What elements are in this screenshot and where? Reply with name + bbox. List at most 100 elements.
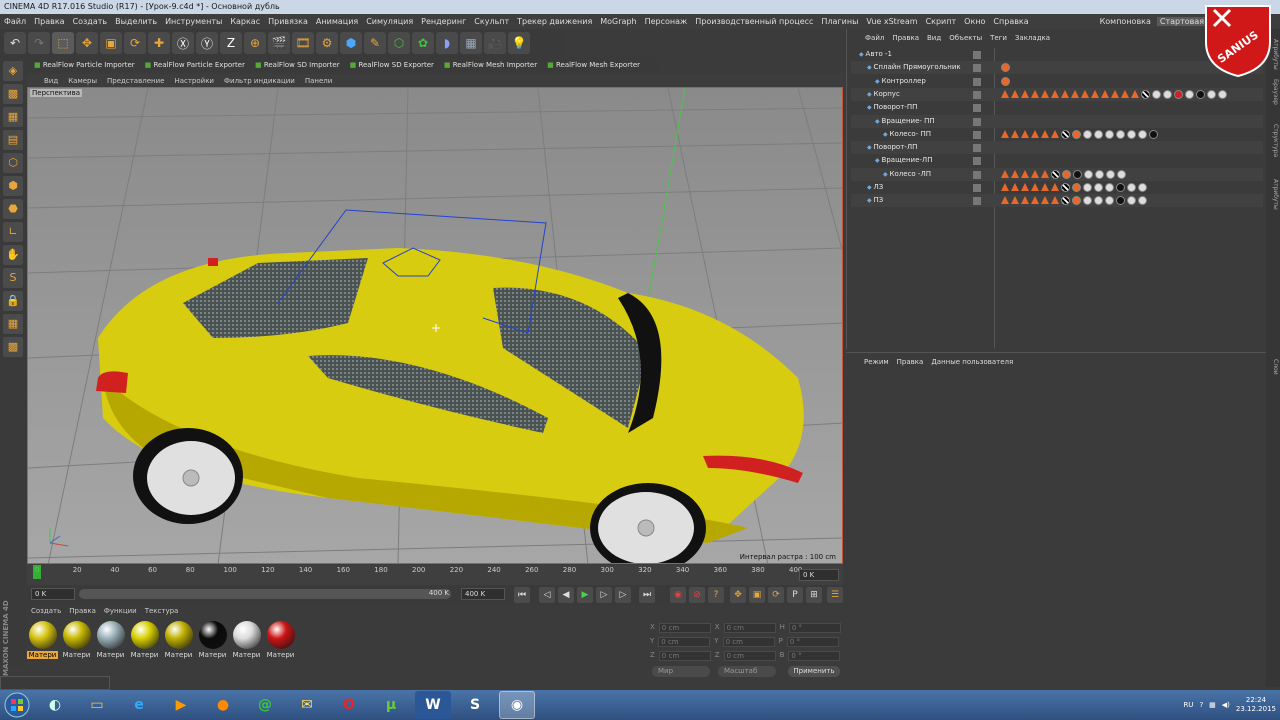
visibility-flag-icon[interactable] [973, 170, 981, 179]
material-tag-icon[interactable] [1116, 129, 1125, 139]
menu-item[interactable]: Трекер движения [517, 17, 592, 26]
frame-range-slider[interactable] [79, 589, 451, 599]
constraint-tag-icon[interactable] [1031, 196, 1039, 205]
coord-field[interactable]: 0 cm [722, 637, 775, 647]
side-tab[interactable]: Браузер [1267, 79, 1279, 105]
viewport-menu-item[interactable]: Вид [44, 77, 58, 85]
visibility-flag-icon[interactable] [973, 117, 981, 126]
visibility-flag-icon[interactable] [973, 197, 981, 206]
viewport-menu-item[interactable]: Камеры [68, 77, 97, 85]
explorer-icon[interactable]: ▭ [79, 691, 115, 719]
viewport-menu-item[interactable]: Панели [305, 77, 332, 85]
material-tag-icon[interactable] [1083, 183, 1092, 192]
select-tool-icon[interactable]: ⬚ [52, 32, 74, 54]
material-tag-icon[interactable] [1094, 129, 1103, 139]
object-menu-item[interactable]: Объекты [949, 34, 982, 42]
material-tag-icon[interactable] [1127, 183, 1136, 192]
material-swatch[interactable]: Матери [61, 621, 92, 663]
light-icon[interactable]: 💡 [508, 32, 530, 54]
material-menu-item[interactable]: Текстура [145, 607, 179, 615]
object-name[interactable]: Поворот-ЛП [867, 141, 918, 154]
render-view-icon[interactable]: 🎬 [268, 32, 290, 54]
layout-label[interactable]: Компоновка [1100, 17, 1151, 26]
constraint-tag-icon[interactable] [1111, 89, 1119, 98]
firefox-icon[interactable]: ● [205, 691, 241, 719]
plugin-button[interactable]: RealFlow SD Exporter [350, 61, 433, 69]
object-row[interactable]: Поворот-ПП [851, 101, 1263, 114]
menu-item[interactable]: Рендеринг [421, 17, 466, 26]
material-tag-icon[interactable] [1061, 129, 1070, 139]
viewport-menu-item[interactable]: Фильтр индикации [224, 77, 295, 85]
constraint-tag-icon[interactable] [1001, 89, 1009, 98]
visibility-flag-icon[interactable] [973, 64, 981, 73]
move-tool-icon[interactable]: ✥ [76, 32, 98, 54]
object-row[interactable]: Поворот-ЛП [851, 141, 1263, 155]
material-tag-icon[interactable] [1094, 196, 1103, 206]
current-frame-field[interactable]: 0 K [799, 569, 839, 581]
next-key-icon[interactable]: ▷ [615, 587, 631, 603]
clock[interactable]: 22:24 23.12.2015 [1236, 696, 1276, 714]
constraint-tag-icon[interactable] [1021, 129, 1029, 138]
material-tag-icon[interactable] [1083, 196, 1092, 206]
object-menu-item[interactable]: Закладка [1015, 34, 1050, 42]
menu-item[interactable]: Vue xStream [866, 17, 917, 26]
plugin-button[interactable]: RealFlow SD Importer [255, 61, 340, 69]
material-tag-icon[interactable] [1196, 89, 1205, 99]
side-tab[interactable]: Слои [1267, 359, 1279, 375]
attribute-menu-item[interactable]: Правка [897, 358, 924, 366]
material-tag-icon[interactable] [1072, 183, 1081, 192]
help-icon[interactable]: ? [1199, 701, 1203, 709]
viewport-menu-item[interactable]: Настройки [174, 77, 214, 85]
opera-icon[interactable]: O [331, 691, 367, 719]
pen-spline-icon[interactable]: ✎ [364, 32, 386, 54]
side-tab[interactable]: Структура [1267, 124, 1279, 157]
constraint-tag-icon[interactable] [1041, 183, 1049, 191]
menu-item[interactable]: Привязка [268, 17, 308, 26]
key-position-icon[interactable]: ✥ [730, 587, 746, 603]
constraint-tag-icon[interactable] [1001, 196, 1009, 205]
material-tag-icon[interactable] [1062, 169, 1071, 179]
material-tag-icon[interactable] [1116, 183, 1125, 192]
menu-item[interactable]: Производственный процесс [695, 17, 813, 26]
material-tag-icon[interactable] [1094, 183, 1103, 192]
material-menu-item[interactable]: Функции [104, 607, 137, 615]
constraint-tag-icon[interactable] [1081, 89, 1089, 98]
material-tag-icon[interactable] [1095, 169, 1104, 179]
icq-icon[interactable]: @ [247, 691, 283, 719]
visibility-flag-icon[interactable] [973, 90, 981, 99]
axis-mode-icon[interactable]: ∟ [3, 222, 23, 242]
taskbar-app-1-icon[interactable]: ◐ [37, 691, 73, 719]
render-settings-icon[interactable]: ⚙ [316, 32, 338, 54]
minimized-window[interactable] [0, 676, 110, 690]
menu-item[interactable]: Окно [964, 17, 985, 26]
menu-item[interactable]: Анимация [316, 17, 358, 26]
object-row[interactable]: Вращение-ЛП [851, 154, 1263, 167]
constraint-tag-icon[interactable] [1021, 196, 1029, 205]
menu-item[interactable]: Скрипт [926, 17, 957, 26]
next-frame-icon[interactable]: ▷ [596, 587, 612, 603]
material-swatch[interactable]: Матери [129, 621, 160, 663]
object-name[interactable]: ЛЗ [867, 181, 884, 194]
subdivision-icon[interactable]: ⬡ [388, 32, 410, 54]
attribute-menu-item[interactable]: Данные пользователя [931, 358, 1013, 366]
camera-icon[interactable]: 🎥 [484, 32, 506, 54]
object-menu-item[interactable]: Вид [927, 34, 941, 42]
object-menu-item[interactable]: Правка [892, 34, 919, 42]
object-name[interactable]: Поворот-ПП [867, 101, 918, 114]
floor-icon[interactable]: ▦ [460, 32, 482, 54]
constraint-tag-icon[interactable] [1001, 129, 1009, 138]
constraint-tag-icon[interactable] [1011, 183, 1019, 191]
material-tag-icon[interactable] [1218, 89, 1227, 99]
constraint-tag-icon[interactable] [1071, 89, 1079, 98]
constraint-tag-icon[interactable] [1121, 89, 1129, 98]
menu-item[interactable]: MoGraph [600, 17, 636, 26]
coord-size-dropdown[interactable]: Масштаб [718, 666, 776, 677]
constraint-tag-icon[interactable] [1031, 89, 1039, 98]
object-name[interactable]: Авто -1 [859, 48, 892, 61]
snap-icon[interactable]: S [3, 268, 23, 288]
viewport-perspective[interactable]: Перспектива Интервал растра : 100 cm [27, 87, 843, 564]
record-keys-icon[interactable]: ◉ [670, 587, 686, 603]
constraint-tag-icon[interactable] [1061, 89, 1069, 98]
constraint-tag-icon[interactable] [1011, 89, 1019, 98]
tweak-icon[interactable]: ✋ [3, 245, 23, 265]
